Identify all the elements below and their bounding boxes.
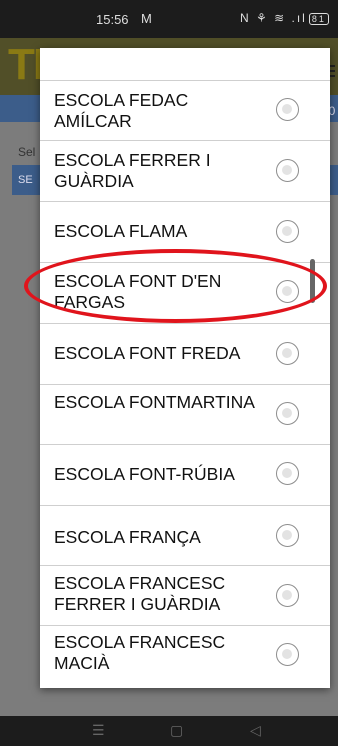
battery-icon: 81 <box>308 12 329 25</box>
home-icon[interactable]: ▢ <box>170 722 183 739</box>
radio-button[interactable] <box>276 524 299 547</box>
radio-button[interactable] <box>276 462 299 485</box>
radio-button[interactable] <box>276 402 299 425</box>
back-icon[interactable]: ◁ <box>250 722 261 739</box>
list-item[interactable]: ESCOLA FERRER I GUÀRDIA <box>40 140 330 202</box>
radio-button[interactable] <box>276 220 299 243</box>
list-item[interactable]: ESCOLA FRANCESC MACIÀ <box>40 625 330 685</box>
radio-button[interactable] <box>276 643 299 666</box>
list-item-label: ESCOLA FRANCESC MACIÀ <box>54 632 226 673</box>
radio-button[interactable] <box>276 159 299 182</box>
select-label: Sel <box>18 145 36 159</box>
radio-button[interactable] <box>276 342 299 365</box>
list-item-partial <box>40 48 330 81</box>
status-time: 15:56 <box>96 12 129 27</box>
list-item-label: ESCOLA FERRER I GUÀRDIA <box>54 150 211 191</box>
list-item-label: ESCOLA FONT FREDA <box>54 343 241 363</box>
list-item-label: ESCOLA FONT-RÚBIA <box>54 464 235 484</box>
recent-apps-icon[interactable]: ☰ <box>92 722 105 739</box>
school-picker-dialog: ESCOLA FEDAC AMÍLCAR ESCOLA FERRER I GUÀ… <box>40 48 330 688</box>
status-bar: 15:56 M N ⚘ ≋ .ıl 81 <box>0 0 338 38</box>
list-item[interactable]: ESCOLA FONTMARTINA <box>40 384 330 445</box>
list-item-label: ESCOLA FRANÇA <box>54 527 201 547</box>
message-icon: M <box>141 11 152 26</box>
status-icons: N ⚘ ≋ .ıl 81 <box>240 11 329 25</box>
highlight-ellipse <box>24 249 327 323</box>
list-item[interactable]: ESCOLA FRANCESC FERRER I GUÀRDIA <box>40 565 330 626</box>
list-item-label: ESCOLA FEDAC AMÍLCAR <box>54 90 189 131</box>
system-nav-bar: ☰ ▢ ◁ <box>0 716 338 746</box>
signal-icons: N ⚘ ≋ .ıl <box>240 11 307 25</box>
select-value: SE <box>18 174 33 186</box>
list-item-label: ESCOLA FLAMA <box>54 221 188 241</box>
list-item-label: ESCOLA FONTMARTINA <box>54 392 255 412</box>
list-item-label: ESCOLA FRANCESC FERRER I GUÀRDIA <box>54 573 226 614</box>
list-item[interactable]: ESCOLA FONT-RÚBIA <box>40 444 330 506</box>
list-item[interactable]: ESCOLA FONT FREDA <box>40 323 330 385</box>
list-item[interactable]: ESCOLA FRANÇA <box>40 505 330 566</box>
list-item[interactable]: ESCOLA FEDAC AMÍLCAR <box>40 80 330 141</box>
radio-button[interactable] <box>276 584 299 607</box>
radio-button[interactable] <box>276 98 299 121</box>
